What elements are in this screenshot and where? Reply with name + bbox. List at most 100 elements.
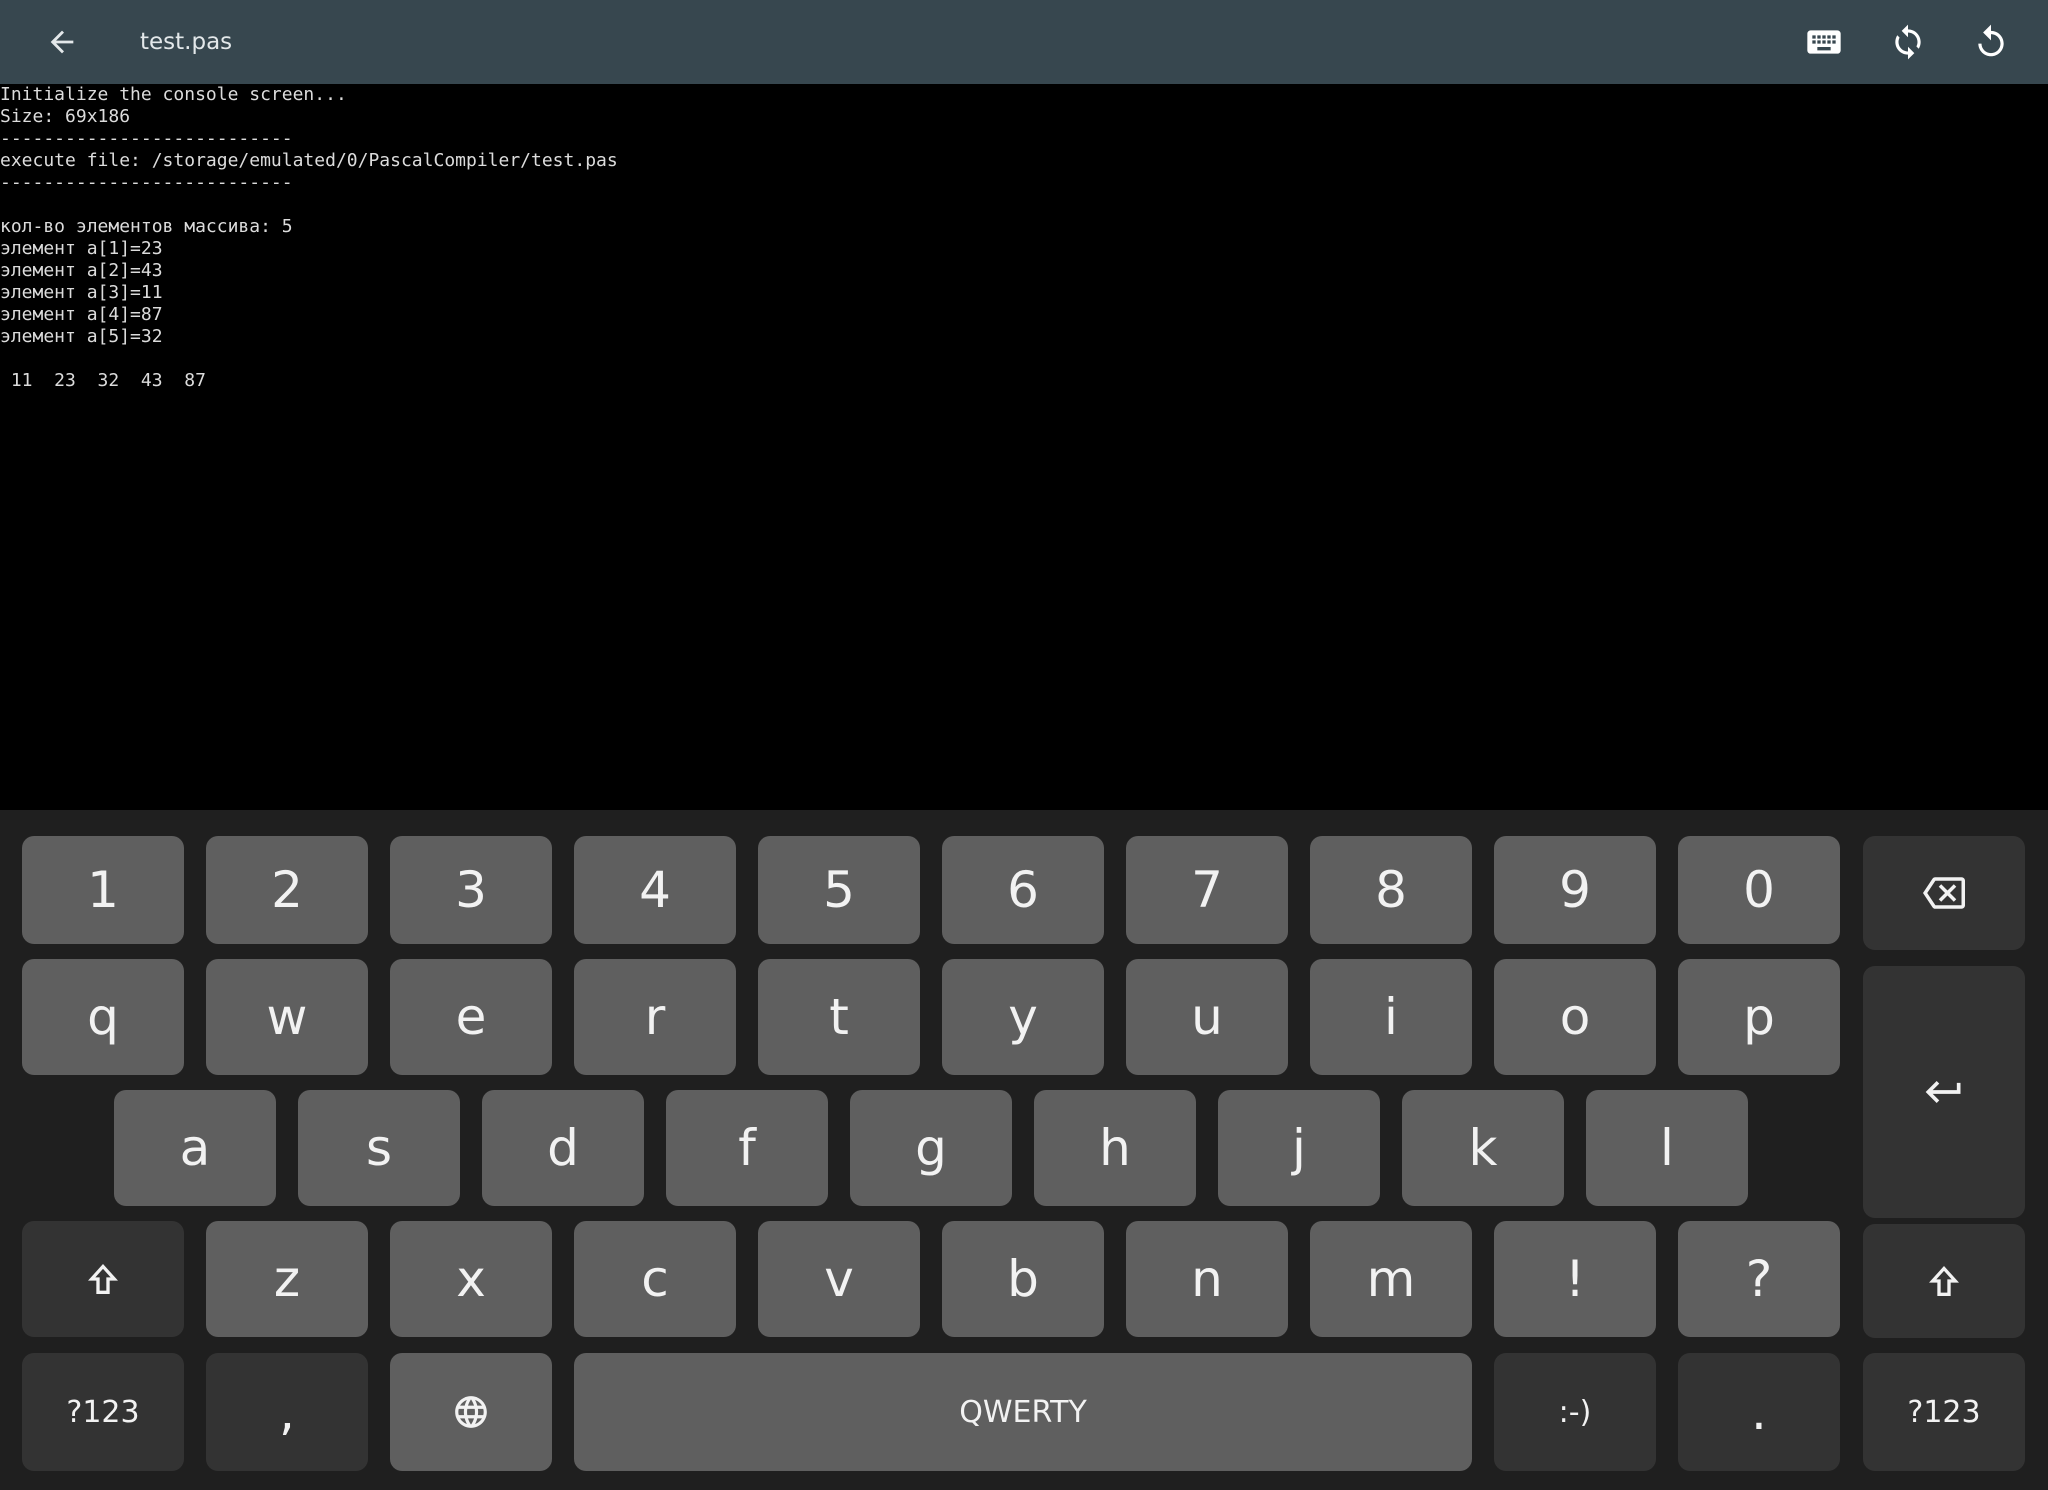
- console-line: элемент a[5]=32: [0, 326, 163, 347]
- keyboard-icon: [1807, 30, 1841, 54]
- console-line: 11 23 32 43 87: [0, 370, 206, 391]
- key-label: h: [1099, 1119, 1131, 1177]
- key-comma[interactable]: ,: [206, 1353, 368, 1471]
- symbols-key-left[interactable]: ?123: [22, 1353, 184, 1471]
- key-z[interactable]: z: [206, 1221, 368, 1337]
- backspace-key[interactable]: [1863, 836, 2025, 950]
- key-p[interactable]: p: [1678, 959, 1840, 1075]
- console-line: ---------------------------: [0, 172, 293, 193]
- language-key[interactable]: [390, 1353, 552, 1471]
- key-label: t: [829, 988, 849, 1046]
- key-b[interactable]: b: [942, 1221, 1104, 1337]
- key-4[interactable]: 4: [574, 836, 736, 944]
- key-t[interactable]: t: [758, 959, 920, 1075]
- console-line: кол-во элементов массива: 5: [0, 216, 293, 237]
- sync-button[interactable]: [1884, 18, 1932, 66]
- key-label: 4: [639, 861, 671, 919]
- key-7[interactable]: 7: [1126, 836, 1288, 944]
- restart-icon: [1978, 24, 2004, 57]
- key-label: o: [1559, 988, 1591, 1046]
- key-1[interactable]: 1: [22, 836, 184, 944]
- arrow-back-icon: [50, 30, 74, 54]
- key-label: b: [1007, 1250, 1039, 1308]
- key-label: x: [456, 1250, 486, 1308]
- key-u[interactable]: u: [1126, 959, 1288, 1075]
- enter-key[interactable]: [1863, 966, 2025, 1218]
- key-label: 7: [1191, 861, 1223, 919]
- console-line: ---------------------------: [0, 128, 293, 149]
- key-y[interactable]: y: [942, 959, 1104, 1075]
- key-m[interactable]: m: [1310, 1221, 1472, 1337]
- space-key[interactable]: QWERTY: [574, 1353, 1472, 1471]
- key-label: !: [1564, 1250, 1586, 1308]
- key-label: u: [1191, 988, 1223, 1046]
- key-label: p: [1743, 988, 1775, 1046]
- key-q[interactable]: q: [22, 959, 184, 1075]
- enter-icon: [1925, 1081, 1961, 1103]
- key-j[interactable]: j: [1218, 1090, 1380, 1206]
- key-e[interactable]: e: [390, 959, 552, 1075]
- key-label: ,: [279, 1383, 295, 1441]
- key-a[interactable]: a: [114, 1090, 276, 1206]
- key-label: n: [1191, 1250, 1223, 1308]
- key-2[interactable]: 2: [206, 836, 368, 944]
- key-period[interactable]: .: [1678, 1353, 1840, 1471]
- key-8[interactable]: 8: [1310, 836, 1472, 944]
- key-c[interactable]: c: [574, 1221, 736, 1337]
- shift-key-right[interactable]: [1863, 1224, 2025, 1338]
- key-r[interactable]: r: [574, 959, 736, 1075]
- key-i[interactable]: i: [1310, 959, 1472, 1075]
- key-label: s: [365, 1119, 393, 1177]
- key-5[interactable]: 5: [758, 836, 920, 944]
- console-output[interactable]: Initialize the console screen... Size: 6…: [0, 84, 2048, 810]
- key-x[interactable]: x: [390, 1221, 552, 1337]
- key-exclamation[interactable]: !: [1494, 1221, 1656, 1337]
- key-o[interactable]: o: [1494, 959, 1656, 1075]
- key-label: .: [1751, 1383, 1767, 1441]
- back-button[interactable]: [38, 18, 86, 66]
- shift-key-left[interactable]: [22, 1221, 184, 1337]
- key-label: j: [1292, 1119, 1306, 1177]
- console-line: элемент a[3]=11: [0, 282, 163, 303]
- keyboard-button[interactable]: [1800, 18, 1848, 66]
- key-label: l: [1660, 1119, 1674, 1177]
- key-label: m: [1366, 1250, 1416, 1308]
- key-question[interactable]: ?: [1678, 1221, 1840, 1337]
- page-title: test.pas: [140, 29, 233, 55]
- key-label: v: [824, 1250, 854, 1308]
- key-label: 8: [1375, 861, 1407, 919]
- key-label: 3: [455, 861, 487, 919]
- restart-button[interactable]: [1967, 18, 2015, 66]
- key-label: 9: [1559, 861, 1591, 919]
- key-n[interactable]: n: [1126, 1221, 1288, 1337]
- emoticon-key[interactable]: :-): [1494, 1353, 1656, 1471]
- app-root: test.pas Initialize the console screen..…: [0, 0, 2048, 1490]
- symbols-key-right[interactable]: ?123: [1863, 1353, 2025, 1471]
- key-h[interactable]: h: [1034, 1090, 1196, 1206]
- key-d[interactable]: d: [482, 1090, 644, 1206]
- key-label: 1: [87, 861, 119, 919]
- key-label: ?123: [1907, 1394, 1981, 1430]
- sync-icon: [1895, 24, 1921, 60]
- app-bar: test.pas: [0, 0, 2048, 84]
- key-f[interactable]: f: [666, 1090, 828, 1206]
- key-label: 6: [1007, 861, 1039, 919]
- key-label: e: [455, 988, 487, 1046]
- key-0[interactable]: 0: [1678, 836, 1840, 944]
- console-line: элемент a[4]=87: [0, 304, 163, 325]
- key-g[interactable]: g: [850, 1090, 1012, 1206]
- key-w[interactable]: w: [206, 959, 368, 1075]
- key-label: a: [179, 1119, 211, 1177]
- key-3[interactable]: 3: [390, 836, 552, 944]
- key-l[interactable]: l: [1586, 1090, 1748, 1206]
- key-label: 5: [823, 861, 855, 919]
- key-s[interactable]: s: [298, 1090, 460, 1206]
- key-9[interactable]: 9: [1494, 836, 1656, 944]
- shift-icon: [1929, 1266, 1959, 1296]
- key-k[interactable]: k: [1402, 1090, 1564, 1206]
- key-label: g: [915, 1119, 947, 1177]
- key-v[interactable]: v: [758, 1221, 920, 1337]
- key-label: 2: [271, 861, 303, 919]
- key-6[interactable]: 6: [942, 836, 1104, 944]
- key-label: i: [1384, 988, 1398, 1046]
